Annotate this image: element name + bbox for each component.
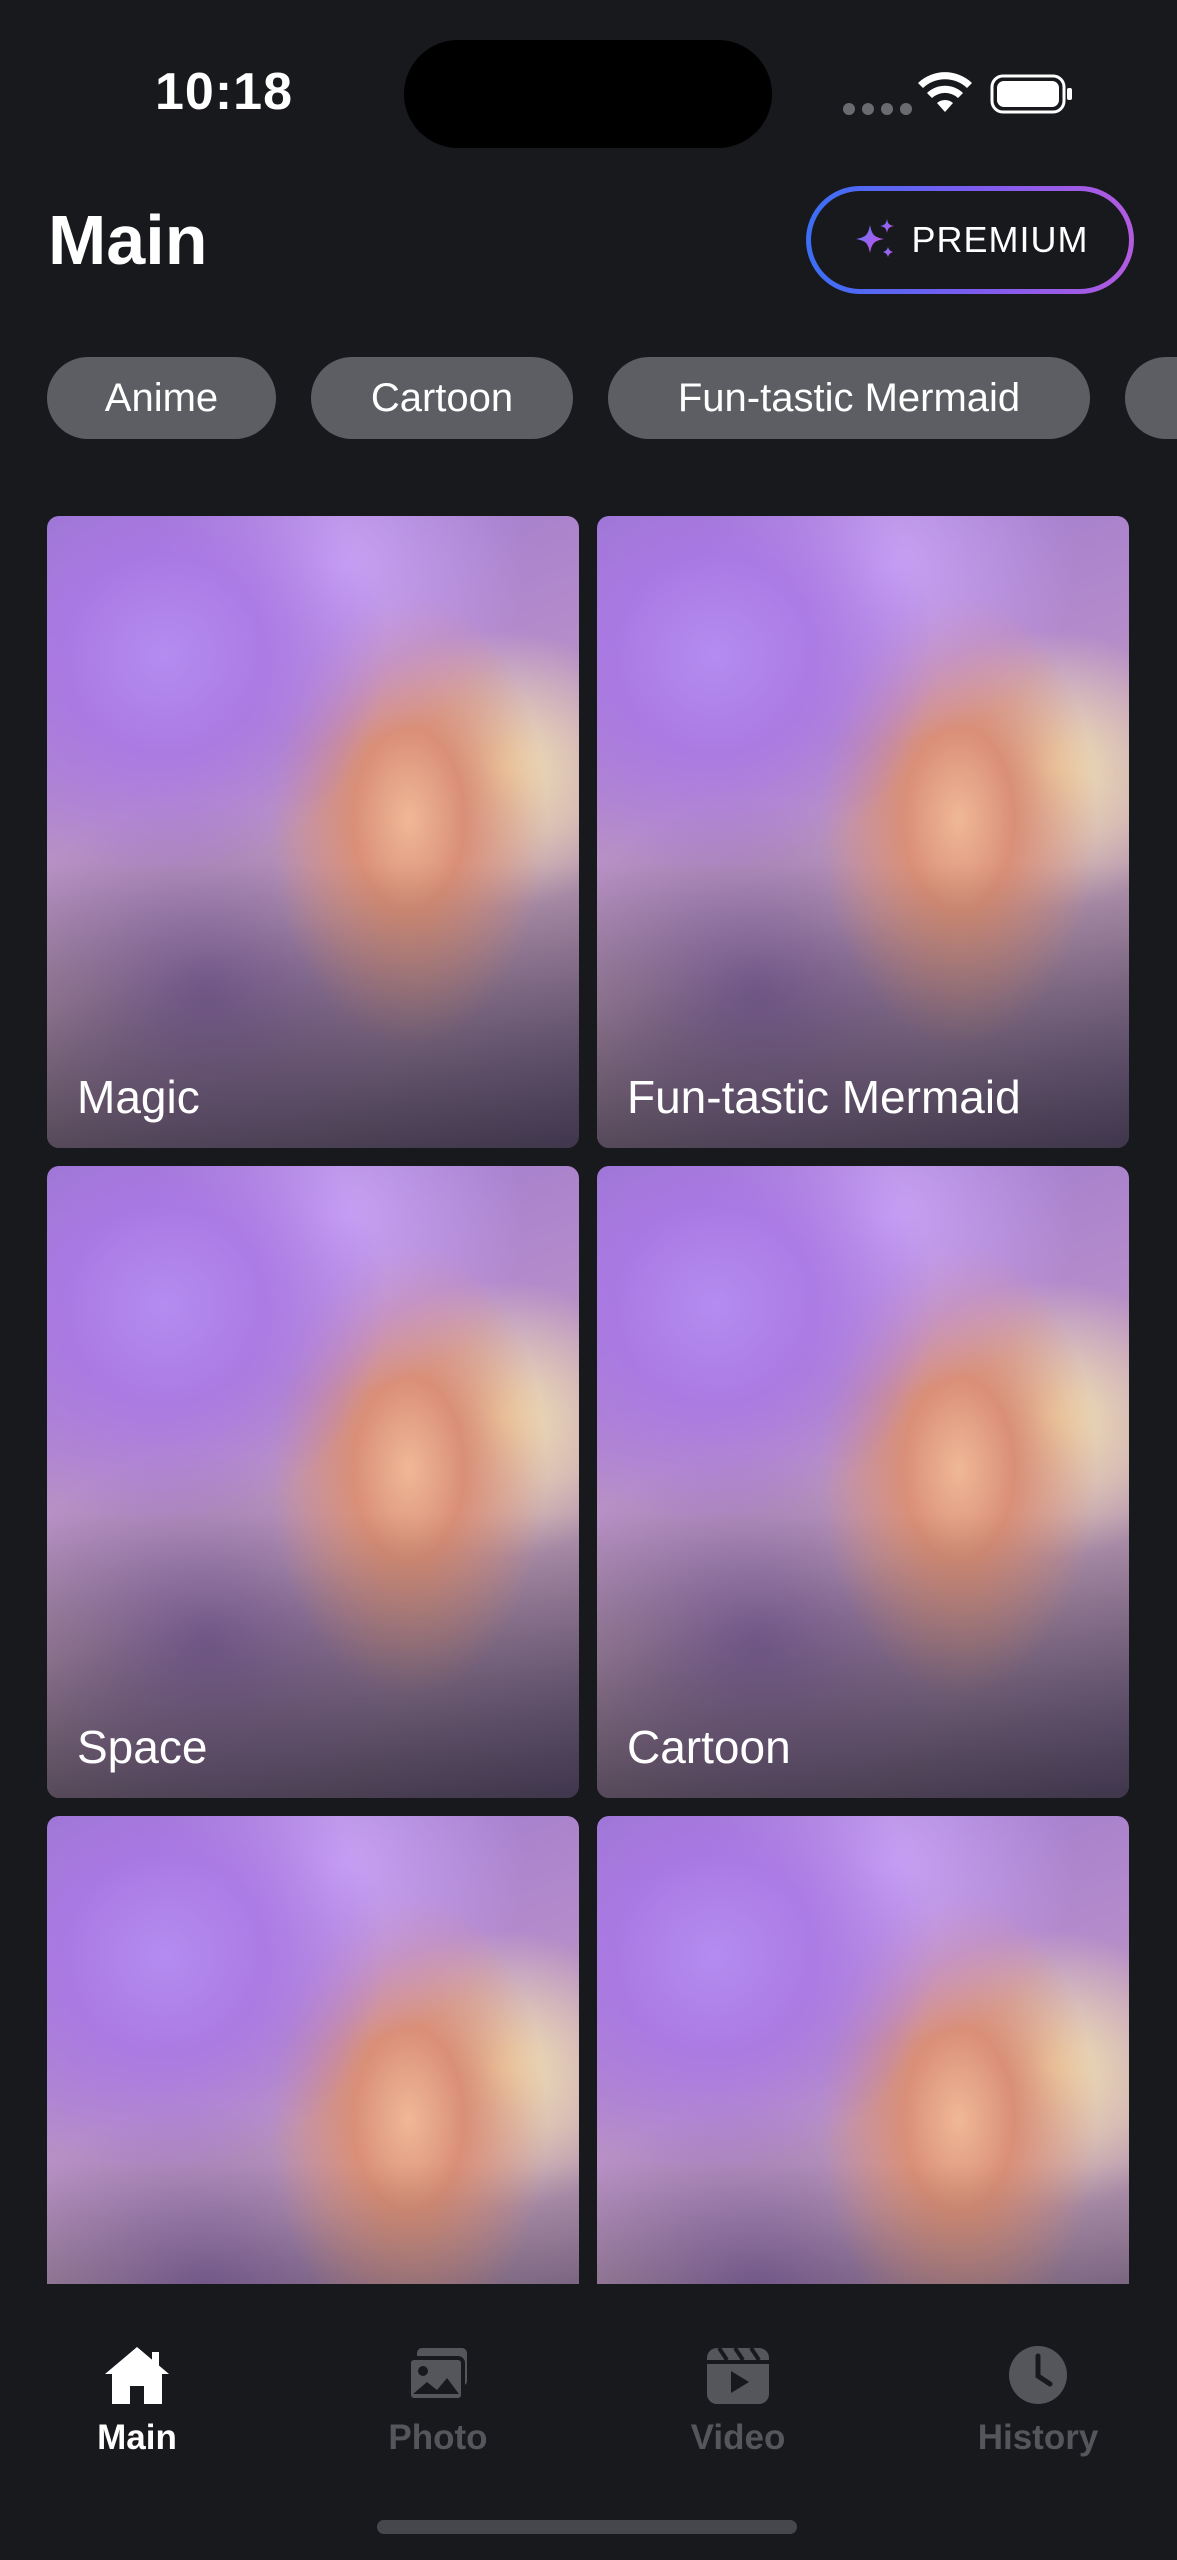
battery-icon bbox=[990, 74, 1072, 114]
category-chips: Anime Cartoon Fun-tastic Mermaid bbox=[47, 357, 1177, 439]
tab-history[interactable]: History bbox=[918, 2344, 1158, 2484]
tab-label: Photo bbox=[388, 2418, 488, 2457]
sparkles-icon bbox=[855, 219, 894, 257]
style-card-cartoon[interactable]: Cartoon bbox=[597, 1166, 1129, 1798]
tab-bar: Main Photo Video History bbox=[0, 2284, 1177, 2560]
clock-icon bbox=[1009, 2346, 1067, 2404]
house-icon bbox=[105, 2347, 169, 2404]
premium-label: PREMIUM bbox=[911, 219, 1089, 260]
style-card[interactable] bbox=[47, 1816, 579, 2286]
tab-label: Main bbox=[97, 2418, 177, 2457]
home-indicator[interactable] bbox=[377, 2520, 797, 2534]
page-title: Main bbox=[48, 201, 208, 279]
chip-partial[interactable] bbox=[1125, 357, 1177, 439]
app-screen: 10:18 Main PREMIUM Anime Cartoon Fun-tas… bbox=[0, 0, 1177, 2560]
premium-button[interactable]: PREMIUM bbox=[806, 186, 1134, 294]
style-card-space[interactable]: Space bbox=[47, 1166, 579, 1798]
chip-cartoon[interactable]: Cartoon bbox=[311, 357, 573, 439]
wifi-icon bbox=[918, 72, 972, 112]
cellular-signal-icon bbox=[843, 103, 912, 115]
style-card-magic[interactable]: Magic bbox=[47, 516, 579, 1148]
card-title: Fun-tastic Mermaid bbox=[627, 1071, 1021, 1123]
photos-icon bbox=[407, 2348, 467, 2402]
style-card-fun-tastic-mermaid[interactable]: Fun-tastic Mermaid bbox=[597, 516, 1129, 1148]
card-title: Cartoon bbox=[627, 1721, 791, 1773]
style-grid: Magic Fun-tastic Mermaid Space Cartoon bbox=[47, 516, 1130, 2286]
dynamic-island bbox=[404, 40, 772, 148]
tab-video[interactable]: Video bbox=[618, 2344, 858, 2484]
card-title: Magic bbox=[77, 1071, 200, 1123]
tab-label: History bbox=[977, 2418, 1099, 2457]
video-clapper-icon bbox=[707, 2346, 769, 2404]
tab-label: Video bbox=[690, 2418, 786, 2457]
chip-fun-tastic-mermaid[interactable]: Fun-tastic Mermaid bbox=[608, 357, 1090, 439]
style-card[interactable] bbox=[597, 1816, 1129, 2286]
chip-anime[interactable]: Anime bbox=[47, 357, 276, 439]
card-title: Space bbox=[77, 1721, 208, 1773]
premium-button-inner: PREMIUM bbox=[811, 191, 1129, 289]
tab-main[interactable]: Main bbox=[17, 2344, 257, 2484]
status-time: 10:18 bbox=[155, 63, 293, 121]
tab-photo[interactable]: Photo bbox=[318, 2344, 558, 2484]
